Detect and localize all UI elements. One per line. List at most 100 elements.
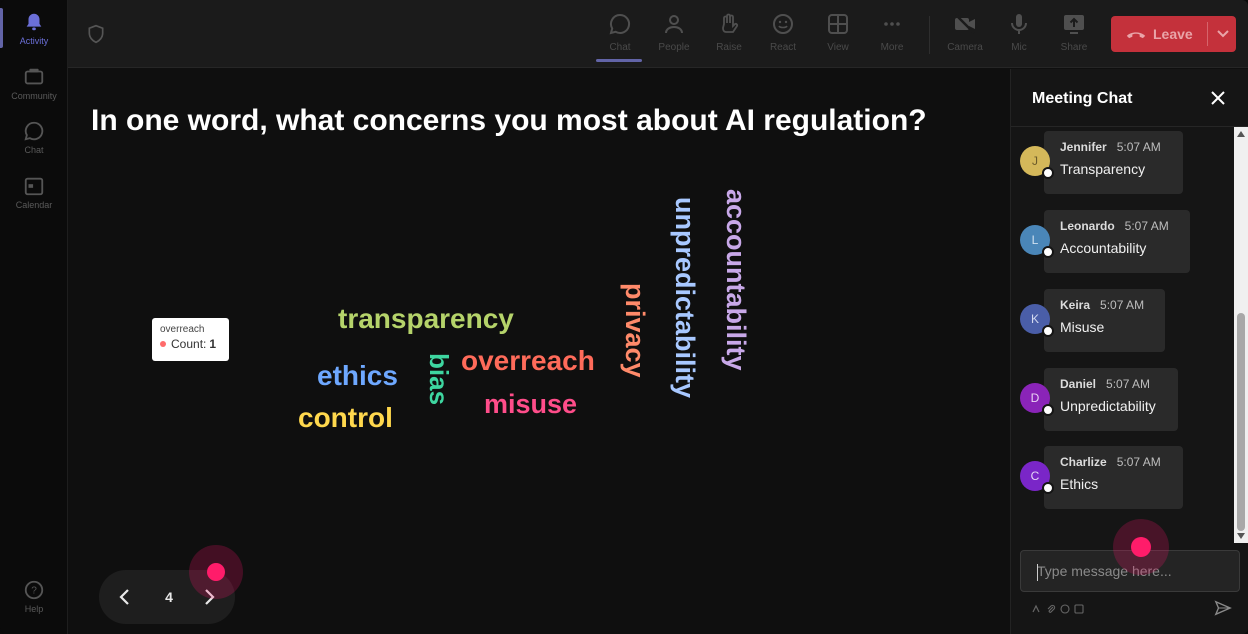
message-text: Misuse [1060,319,1105,335]
scroll-up-icon[interactable] [1237,131,1245,137]
word-cloud-item[interactable]: ethics [317,362,398,390]
scroll-down-icon[interactable] [1237,533,1245,539]
message-text: Unpredictability [1060,398,1156,414]
view-button[interactable]: View [813,10,863,60]
tooltip-label: Count: [171,337,207,351]
view-label: View [827,42,849,53]
message-bubble[interactable]: Daniel 5:07 AM Unpredictability [1044,368,1178,431]
chat-button[interactable]: Chat [595,10,645,62]
rail-item-help[interactable]: ? Help [0,570,68,622]
attach-icon[interactable] [1046,604,1056,614]
raise-hand-label: Raise [716,42,742,53]
chat-icon [24,121,44,141]
sender-name: Charlize [1060,455,1107,469]
calendar-icon [24,177,44,195]
word-cloud-item[interactable]: bias [424,353,454,405]
message-time: 5:07 AM [1100,298,1145,312]
sticker-icon[interactable] [1074,604,1084,614]
word-cloud-item[interactable]: control [298,404,393,432]
presentation-stage: In one word, what concerns you most abou… [68,69,1009,634]
leave-separator [1207,22,1208,46]
chat-icon [609,13,631,35]
rail-item-chat[interactable]: Chat [0,111,68,163]
page-number: 4 [165,589,173,605]
camera-label: Camera [947,42,983,53]
chevron-down-icon[interactable] [1213,23,1233,43]
word-cloud-item[interactable]: overreach [461,347,595,375]
rail-item-calendar[interactable]: Calendar [0,166,68,218]
chat-title: Meeting Chat [1032,90,1133,107]
presence-indicator [1042,246,1054,258]
tooltip-value: 1 [209,337,217,351]
click-indicator-dot [1131,537,1151,557]
rail-item-label: Community [11,90,57,101]
more-button[interactable]: More [867,10,917,60]
shield-icon[interactable] [86,24,106,44]
message-bubble[interactable]: Leonardo 5:07 AM Accountability [1044,210,1190,273]
word-cloud-item[interactable]: unpredictability [670,197,700,398]
format-icon[interactable] [1031,604,1041,614]
rail-item-label: Chat [24,144,44,155]
leave-label: Leave [1153,26,1193,42]
message-bubble[interactable]: Jennifer 5:07 AM Transparency [1044,131,1183,194]
people-button[interactable]: People [649,10,699,60]
message-time: 5:07 AM [1124,219,1169,233]
scrollbar-thumb[interactable] [1237,313,1245,531]
app-rail: Activity Community Chat Calendar ? Help [0,0,68,634]
send-icon[interactable] [1214,599,1232,617]
sender-name: Jennifer [1060,140,1107,154]
chat-message: Charlize 5:07 AM Ethics C [1011,446,1233,510]
share-button[interactable]: Share [1049,10,1099,60]
click-indicator-dot [207,563,225,581]
chat-message: Jennifer 5:07 AM Transparency J [1011,131,1233,195]
toolbar-divider [929,16,930,54]
people-button-label: People [658,42,690,53]
word-cloud-item[interactable]: misuse [484,391,577,418]
hang-up-icon [1126,32,1146,39]
rail-item-community[interactable]: Community [0,57,68,109]
slide-question: In one word, what concerns you most abou… [91,104,927,137]
emoji-icon[interactable] [1060,604,1070,614]
sender-name: Keira [1060,298,1091,312]
camera-button[interactable]: Camera [940,10,990,60]
message-bubble[interactable]: Keira 5:07 AM Misuse [1044,289,1165,352]
text-caret [1037,564,1038,581]
chat-message: Keira 5:07 AM Misuse K [1011,289,1233,353]
chat-message: Leonardo 5:07 AM Accountability L [1011,210,1233,274]
chat-scrollbar[interactable] [1234,127,1248,543]
presence-indicator [1042,325,1054,337]
leave-button[interactable]: Leave [1111,16,1236,52]
share-screen-icon [1064,15,1084,34]
message-text: Ethics [1060,476,1099,492]
close-icon[interactable] [1209,89,1227,107]
word-cloud-item[interactable]: accountability [721,189,751,371]
mic-icon [1011,14,1027,34]
message-time: 5:07 AM [1116,140,1161,154]
smiley-icon [773,14,793,34]
rail-item-activity[interactable]: Activity [0,2,68,54]
raise-hand-button[interactable]: Raise [704,10,754,60]
chat-message-list: Jennifer 5:07 AM Transparency J Leonardo 5… [1011,127,1233,543]
meeting-chat-panel: Meeting Chat Jennifer 5:07 AM Transparenc… [1010,69,1248,634]
react-button[interactable]: React [758,10,808,60]
presence-indicator [1042,404,1054,416]
grid-icon [828,14,848,34]
presence-indicator [1042,482,1054,494]
more-icon [884,22,900,26]
react-label: React [769,42,797,53]
tooltip-row: Count: 1 [160,337,221,351]
mic-button[interactable]: Mic [994,10,1044,60]
more-label: More [880,42,904,53]
chevron-left-icon[interactable] [113,585,137,609]
message-bubble[interactable]: Charlize 5:07 AM Ethics [1044,446,1183,509]
hand-icon [722,13,739,33]
word-cloud-item[interactable]: transparency [338,305,514,333]
mic-label: Mic [1011,42,1027,53]
community-icon [24,68,44,84]
message-time: 5:07 AM [1106,377,1151,391]
word-cloud-item[interactable]: privacy [620,283,650,378]
chat-button-label: Chat [609,42,631,53]
share-label: Share [1060,42,1088,53]
bell-icon [26,13,42,30]
word-tooltip: overreach Count: 1 [152,318,229,361]
